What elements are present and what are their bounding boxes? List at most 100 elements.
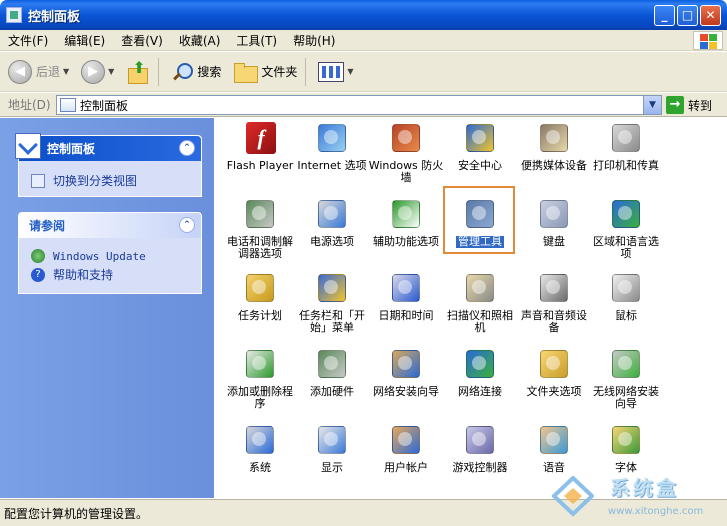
task-pane: 控制面板 ⌃ 切换到分类视图 请参阅 ⌃ Windows Update ? 帮助…	[0, 118, 214, 498]
collapse-icon[interactable]: ⌃	[179, 140, 195, 156]
back-button[interactable]: ◀ 后退 ▼	[4, 56, 73, 88]
control-panel-item[interactable]: 便携媒体设备	[516, 120, 592, 172]
control-panel-item[interactable]: 键盘	[516, 196, 592, 248]
control-panel-item[interactable]: 扫描仪和照相机	[442, 270, 518, 334]
item-label: 网络连接	[458, 385, 502, 398]
section-header[interactable]: 控制面板 ⌃	[15, 132, 201, 161]
up-folder-button[interactable]	[122, 56, 154, 88]
system-icon	[242, 422, 278, 458]
menu-help[interactable]: 帮助(H)	[285, 32, 343, 49]
section-title: 控制面板	[47, 142, 96, 156]
link-label: 帮助和支持	[53, 268, 114, 282]
maximize-button[interactable]: □	[677, 5, 698, 26]
control-panel-icon	[15, 132, 41, 159]
control-panel-item[interactable]: 辅助功能选项	[368, 196, 444, 248]
chevron-down-icon[interactable]: ▼	[108, 67, 114, 76]
display-icon	[314, 422, 350, 458]
date-time-icon	[388, 270, 424, 306]
power-options-icon	[314, 196, 350, 232]
control-panel-item[interactable]: 安全中心	[442, 120, 518, 172]
control-panel-item[interactable]: 字体	[588, 422, 664, 474]
menu-favorites[interactable]: 收藏(A)	[171, 32, 229, 49]
control-panel-item[interactable]: 鼠标	[588, 270, 664, 322]
keyboard-icon	[536, 196, 572, 232]
control-panel-item[interactable]: 网络连接	[442, 346, 518, 398]
control-panel-item[interactable]: 添加硬件	[294, 346, 370, 398]
fonts-icon	[608, 422, 644, 458]
item-label: 添加硬件	[310, 385, 354, 398]
control-panel-item[interactable]: 用户帐户	[368, 422, 444, 474]
item-label: 网络安装向导	[373, 385, 439, 398]
search-icon	[171, 61, 194, 83]
control-panel-item[interactable]: Internet 选项	[294, 120, 370, 172]
forward-button[interactable]: ▶ ▼	[77, 56, 118, 88]
window-title: 控制面板	[28, 9, 81, 25]
control-panel-item[interactable]: 无线网络安装向导	[588, 346, 664, 410]
control-panel-item[interactable]: 系统	[222, 422, 298, 474]
control-panel-item[interactable]: 游戏控制器	[442, 422, 518, 474]
folders-button[interactable]: 文件夹	[229, 56, 301, 88]
address-input[interactable]: 控制面板 ▼	[56, 95, 662, 115]
collapse-icon[interactable]: ⌃	[179, 217, 195, 233]
chevron-down-icon[interactable]: ▼	[63, 67, 69, 76]
back-arrow-icon: ◀	[8, 59, 32, 84]
control-panel-items: f Flash Player Internet 选项 Windows 防火墙 安全中心 便…	[214, 118, 727, 498]
control-panel-item[interactable]: 显示	[294, 422, 370, 474]
control-panel-item[interactable]: Windows 防火墙	[368, 120, 444, 184]
game-controllers-icon	[462, 422, 498, 458]
toolbar: ◀ 后退 ▼ ▶ ▼ 搜索 文件夹 ▼	[0, 52, 727, 92]
views-button[interactable]: ▼	[314, 56, 357, 88]
section-header[interactable]: 请参阅 ⌃	[19, 213, 201, 238]
control-panel-item[interactable]: 区域和语言选项	[588, 196, 664, 260]
switch-category-view-link[interactable]: 切换到分类视图	[31, 172, 191, 189]
menu-file[interactable]: 文件(F)	[0, 32, 56, 49]
item-label: 用户帐户	[384, 461, 428, 474]
speech-icon	[536, 422, 572, 458]
control-panel-item[interactable]: 日期和时间	[368, 270, 444, 322]
item-label: 辅助功能选项	[373, 235, 439, 248]
control-panel-item[interactable]: 声音和音频设备	[516, 270, 592, 334]
search-button[interactable]: 搜索	[167, 56, 225, 88]
menu-view[interactable]: 查看(V)	[113, 32, 171, 49]
selection-highlight	[443, 186, 515, 254]
address-bar: 地址(D) 控制面板 ▼ → 转到	[0, 93, 727, 117]
item-label: 无线网络安装向导	[593, 385, 659, 410]
internet-options-icon	[314, 120, 350, 156]
control-panel-item[interactable]: 网络安装向导	[368, 346, 444, 398]
control-panel-item[interactable]: 电源选项	[294, 196, 370, 248]
close-button[interactable]: ✕	[700, 5, 721, 26]
user-accounts-icon	[388, 422, 424, 458]
item-label: 游戏控制器	[452, 461, 508, 474]
watermark-url: www.xitonghe.com	[608, 506, 704, 517]
views-icon	[318, 61, 345, 82]
item-label: Flash Player	[226, 159, 294, 172]
status-text: 配置您计算机的管理设置。	[4, 506, 149, 521]
control-panel-item[interactable]: 文件夹选项	[516, 346, 592, 398]
windows-update-link[interactable]: Windows Update	[31, 249, 191, 263]
title-bar[interactable]: 控制面板 _ □ ✕	[0, 0, 727, 30]
item-label: 任务计划	[238, 309, 282, 322]
item-label: 扫描仪和照相机	[447, 309, 513, 334]
regional-language-icon	[608, 196, 644, 232]
control-panel-item[interactable]: 电话和调制解调器选项	[222, 196, 298, 260]
menu-edit[interactable]: 编辑(E)	[56, 32, 113, 49]
control-panel-item[interactable]: 语音	[516, 422, 592, 474]
help-support-link[interactable]: ? 帮助和支持	[31, 266, 191, 283]
network-setup-wizard-icon	[388, 346, 424, 382]
wireless-network-wizard-icon	[608, 346, 644, 382]
control-panel-item[interactable]: 添加或删除程序	[222, 346, 298, 410]
item-label: Windows 防火墙	[368, 159, 444, 184]
minimize-button[interactable]: _	[654, 5, 675, 26]
item-label: 电源选项	[310, 235, 354, 248]
control-panel-item[interactable]: 打印机和传真	[588, 120, 664, 172]
portable-media-icon	[536, 120, 572, 156]
menu-tools[interactable]: 工具(T)	[228, 32, 285, 49]
item-label: 键盘	[543, 235, 565, 248]
control-panel-item[interactable]: 任务栏和「开始」菜单	[294, 270, 370, 334]
chevron-down-icon: ▼	[347, 67, 354, 76]
go-button[interactable]: → 转到	[666, 96, 712, 114]
control-panel-item[interactable]: 任务计划	[222, 270, 298, 322]
chevron-down-icon[interactable]: ▼	[643, 96, 661, 114]
control-panel-item[interactable]: f Flash Player	[222, 120, 298, 172]
item-label: 系统	[249, 461, 271, 474]
